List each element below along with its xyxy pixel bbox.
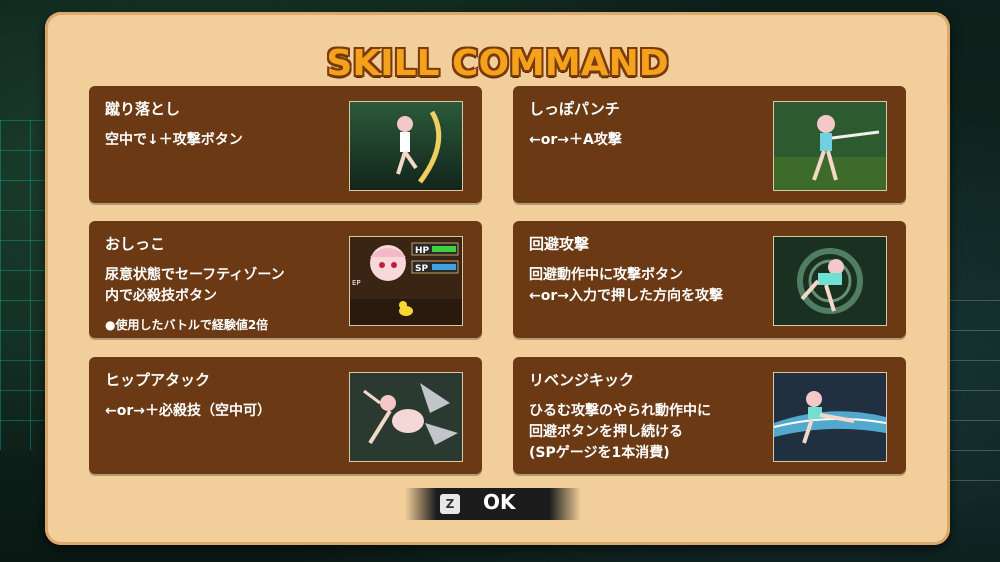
- skill-card-tail-punch: しっぽパンチ ←or→＋A攻撃: [513, 86, 906, 203]
- skill-thumbnail: [773, 236, 887, 326]
- skill-name: ヒップアタック: [105, 371, 211, 389]
- hud-sp-label: SP: [415, 264, 428, 274]
- skill-thumbnail: [773, 372, 887, 462]
- skill-thumbnail: [349, 372, 463, 462]
- skill-thumbnail: [349, 101, 463, 191]
- skill-note: ●使用したバトルで経験値2倍: [105, 318, 269, 332]
- skill-thumbnail: [773, 101, 887, 191]
- skill-command: ひるむ攻撃のやられ動作中に 回避ボタンを押し続ける (SPゲージを1本消費): [529, 403, 711, 461]
- skill-command: ←or→＋A攻撃: [529, 132, 622, 148]
- ok-button[interactable]: OK: [483, 490, 516, 514]
- skill-command: 空中で↓＋攻撃ボタン: [105, 132, 243, 148]
- skill-card-kick-down: 蹴り落とし 空中で↓＋攻撃ボタン: [89, 86, 482, 203]
- skill-command: 回避動作中に攻撃ボタン ←or→入力で押した方向を攻撃: [529, 267, 723, 304]
- skill-thumbnail: HP SP EP: [349, 236, 463, 326]
- panel-title: SKILL COMMAND: [326, 43, 669, 84]
- skill-name: 蹴り落とし: [105, 100, 181, 118]
- hud-ep-label: EP: [352, 279, 361, 287]
- skill-command: 尿意状態でセーフティゾーン 内で必殺技ボタン: [105, 267, 285, 304]
- skill-card-dodge-attack: 回避攻撃 回避動作中に攻撃ボタン ←or→入力で押した方向を攻撃: [513, 221, 906, 338]
- hud-hp-label: HP: [415, 246, 430, 256]
- skill-card-hip-attack: ヒップアタック ←or→＋必殺技（空中可）: [89, 357, 482, 474]
- skill-command-panel: SKILL COMMAND 蹴り落とし 空中で↓＋攻撃ボタン しっぽパンチ ←o…: [45, 12, 950, 545]
- skill-name: おしっこ: [105, 235, 166, 253]
- skill-command: ←or→＋必殺技（空中可）: [105, 403, 271, 419]
- skill-card-oshikko: おしっこ 尿意状態でセーフティゾーン 内で必殺技ボタン ●使用したバトルで経験値…: [89, 221, 482, 338]
- skill-name: しっぽパンチ: [529, 100, 620, 118]
- skill-card-revenge-kick: リベンジキック ひるむ攻撃のやられ動作中に 回避ボタンを押し続ける (SPゲージ…: [513, 357, 906, 474]
- z-key-icon: Z: [440, 494, 460, 514]
- skill-name: 回避攻撃: [529, 235, 590, 253]
- skill-name: リベンジキック: [529, 371, 635, 389]
